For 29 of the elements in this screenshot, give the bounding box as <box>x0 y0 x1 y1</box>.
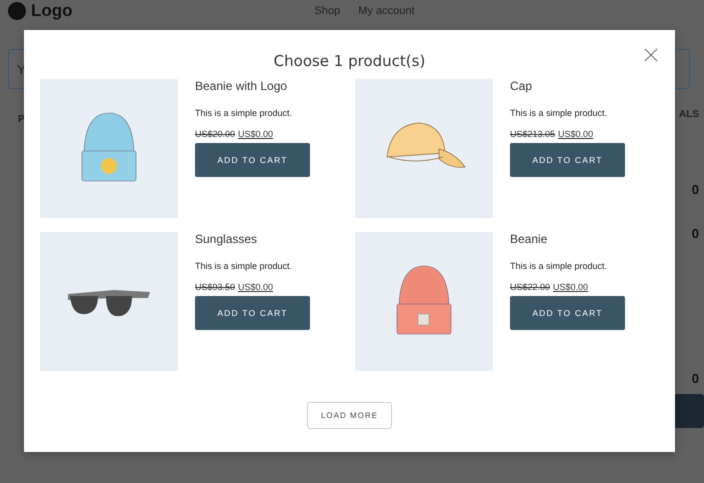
regular-price: US$93.50 <box>195 282 236 292</box>
regular-price: US$20.00 <box>195 129 236 139</box>
load-more-button[interactable]: LOAD MORE <box>307 402 392 429</box>
modal-title: Choose 1 product(s) <box>272 52 426 70</box>
total-value: 0 <box>692 226 699 241</box>
product-name[interactable]: Cap <box>510 79 532 93</box>
product-description: This is a simple product. <box>510 261 608 271</box>
add-to-cart-button[interactable]: ADD TO CART <box>510 143 625 177</box>
product-description: This is a simple product. <box>195 108 292 118</box>
close-icon[interactable] <box>644 48 658 62</box>
total-value: 0 <box>692 182 699 197</box>
product-name[interactable]: Beanie with Logo <box>195 79 288 93</box>
column-heading: ALS <box>679 109 699 120</box>
product-name[interactable]: Beanie <box>510 232 548 246</box>
regular-price: US$22.00 <box>510 282 550 292</box>
column-heading: P <box>18 114 25 125</box>
product-description: This is a simple product. <box>195 261 292 271</box>
add-to-cart-button[interactable]: ADD TO CART <box>510 296 625 330</box>
total-value: 0 <box>692 371 699 386</box>
regular-price: US$213.05 <box>510 129 556 139</box>
product-name[interactable]: Sunglasses <box>195 232 258 246</box>
sale-price: US$0.00 <box>238 282 274 292</box>
logo-icon <box>8 2 26 20</box>
sale-price: US$0.00 <box>558 129 594 139</box>
sale-price: US$0.00 <box>553 282 588 292</box>
sale-price: US$0.00 <box>238 129 274 139</box>
add-to-cart-button[interactable]: ADD TO CART <box>195 296 310 330</box>
product-description: This is a simple product. <box>510 108 608 118</box>
add-to-cart-button[interactable]: ADD TO CART <box>195 143 310 177</box>
